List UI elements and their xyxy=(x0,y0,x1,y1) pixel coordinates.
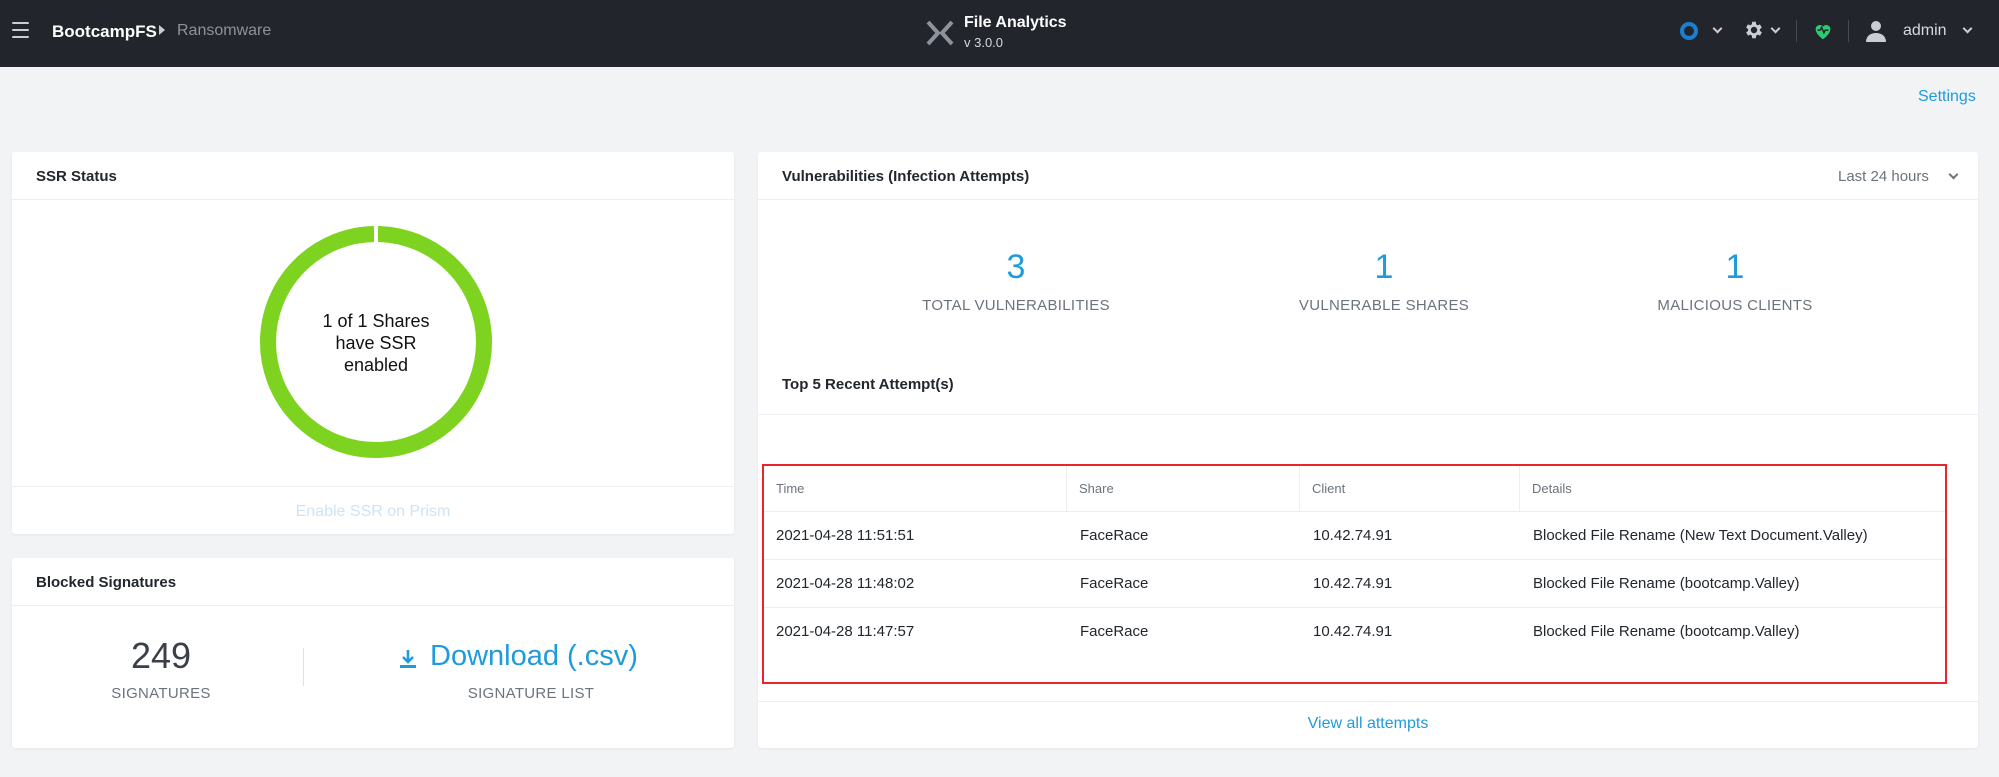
stat-value: 3 xyxy=(1006,248,1026,286)
cell-client: 10.42.74.91 xyxy=(1313,623,1393,640)
recent-attempts-table: Time Share Client Details 2021-04-28 11:… xyxy=(762,464,1947,684)
status-circle-icon[interactable] xyxy=(1680,22,1698,40)
health-heart-icon[interactable] xyxy=(1812,20,1834,42)
card-title: SSR Status xyxy=(36,168,117,185)
breadcrumb-page: Ransomware xyxy=(177,22,272,39)
vulnerabilities-card: Vulnerabilities (Infection Attempts) Las… xyxy=(758,152,1978,748)
breadcrumb-caret-icon xyxy=(159,25,165,35)
cell-time: 2021-04-28 11:48:02 xyxy=(776,575,915,592)
divider xyxy=(12,486,734,487)
divider xyxy=(1848,20,1849,42)
cell-share: FaceRace xyxy=(1080,623,1149,640)
top-navigation-bar: BootcampFS Ransomware File Analytics v 3… xyxy=(0,0,1999,67)
cell-client: 10.42.74.91 xyxy=(1313,575,1393,592)
divider xyxy=(1796,20,1797,42)
signature-count-label: SIGNATURES xyxy=(111,685,211,702)
cell-client: 10.42.74.91 xyxy=(1313,527,1393,544)
view-all-attempts-link[interactable]: View all attempts xyxy=(758,715,1978,733)
cell-details: Blocked File Rename (bootcamp.Valley) xyxy=(1533,575,1800,592)
download-icon[interactable] xyxy=(399,649,417,669)
enable-ssr-link[interactable]: Enable SSR on Prism xyxy=(12,503,734,521)
ssr-status-card: SSR Status 1 of 1 Shares have SSR enable… xyxy=(12,152,734,534)
card-title: Blocked Signatures xyxy=(36,574,177,591)
donut-label-line: 1 of 1 Shares xyxy=(322,311,430,331)
chevron-down-icon[interactable] xyxy=(1770,23,1781,34)
divider xyxy=(758,199,1978,200)
cell-details: Blocked File Rename (New Text Document.V… xyxy=(1533,527,1868,544)
column-header-details[interactable]: Details xyxy=(1519,466,1945,512)
donut-label: 1 of 1 Shares have SSR enabled xyxy=(258,310,494,376)
cell-time: 2021-04-28 11:51:51 xyxy=(776,527,915,544)
stat-label: TOTAL VULNERABILITIES xyxy=(922,297,1110,314)
stat-vulnerable-shares: 1 VULNERABLE SHARES xyxy=(1244,248,1524,314)
table-header-row: Time Share Client Details xyxy=(764,466,1945,512)
blocked-signatures-card: Blocked Signatures 249 SIGNATURES Downlo… xyxy=(12,558,734,748)
chevron-down-icon[interactable] xyxy=(1962,23,1973,34)
user-icon[interactable] xyxy=(1866,20,1886,42)
column-header-client[interactable]: Client xyxy=(1299,466,1519,512)
cell-time: 2021-04-28 11:47:57 xyxy=(776,623,915,640)
cell-share: FaceRace xyxy=(1080,527,1149,544)
divider xyxy=(12,199,734,200)
donut-gap xyxy=(374,226,378,244)
divider xyxy=(758,701,1978,702)
table-row[interactable]: 2021-04-28 11:51:51 FaceRace 10.42.74.91… xyxy=(764,512,1945,560)
time-range-dropdown[interactable]: Last 24 hours xyxy=(1838,168,1929,185)
stat-malicious-clients: 1 MALICIOUS CLIENTS xyxy=(1595,248,1875,314)
stat-label: MALICIOUS CLIENTS xyxy=(1657,297,1813,314)
column-header-share[interactable]: Share xyxy=(1066,466,1299,512)
card-title: Vulnerabilities (Infection Attempts) xyxy=(782,168,1030,185)
settings-link[interactable]: Settings xyxy=(1918,88,1976,106)
breadcrumb-cluster[interactable]: BootcampFS xyxy=(52,22,157,42)
donut-label-line: have SSR xyxy=(335,333,417,353)
cell-details: Blocked File Rename (bootcamp.Valley) xyxy=(1533,623,1800,640)
gear-icon[interactable] xyxy=(1743,19,1765,41)
stat-label: VULNERABLE SHARES xyxy=(1298,297,1470,314)
column-header-time[interactable]: Time xyxy=(764,466,1066,512)
table-row[interactable]: 2021-04-28 11:47:57 FaceRace 10.42.74.91… xyxy=(764,608,1945,656)
divider xyxy=(12,605,734,606)
menu-icon[interactable] xyxy=(12,22,29,40)
divider xyxy=(758,414,1978,415)
signature-list-label: SIGNATURE LIST xyxy=(467,685,595,702)
stat-value: 1 xyxy=(1374,248,1394,286)
chevron-down-icon[interactable] xyxy=(1948,169,1959,180)
user-name[interactable]: admin xyxy=(1903,22,1947,40)
stat-total-vulnerabilities: 3 TOTAL VULNERABILITIES xyxy=(876,248,1156,314)
table-row[interactable]: 2021-04-28 11:48:02 FaceRace 10.42.74.91… xyxy=(764,560,1945,608)
stat-value: 1 xyxy=(1725,248,1745,286)
app-name: File Analytics xyxy=(964,14,1067,31)
signature-count: 249 xyxy=(130,635,192,676)
donut-label-line: enabled xyxy=(343,355,409,375)
chevron-down-icon[interactable] xyxy=(1712,23,1723,34)
cell-share: FaceRace xyxy=(1080,575,1149,592)
recent-attempts-title: Top 5 Recent Attempt(s) xyxy=(782,376,954,393)
app-logo-icon xyxy=(926,20,954,46)
divider xyxy=(303,648,304,686)
app-version: v 3.0.0 xyxy=(964,35,1004,50)
download-csv-button[interactable]: Download (.csv) xyxy=(430,640,638,673)
